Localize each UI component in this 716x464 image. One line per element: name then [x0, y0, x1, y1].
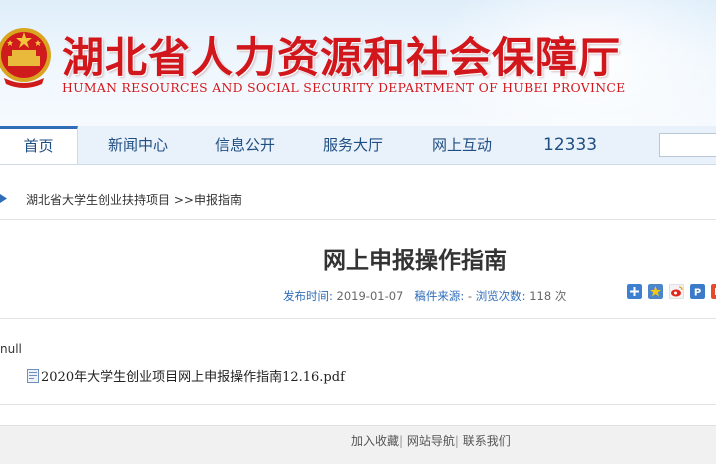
nav-info-disclosure[interactable]: 信息公开 — [215, 126, 275, 164]
attachment-link[interactable]: 2020年大学生创业项目网上申报操作指南12.16.pdf — [27, 366, 345, 385]
nav-service-hall[interactable]: 服务大厅 — [323, 126, 383, 164]
views-count: 118 — [529, 289, 552, 303]
site-title: 湖北省人力资源和社会保障厅 — [62, 33, 622, 82]
svg-text:P: P — [694, 288, 701, 299]
national-emblem-icon — [0, 28, 51, 88]
pdf-file-icon — [27, 369, 39, 383]
source-label: 稿件来源: — [414, 289, 465, 303]
nav-hotline-12333[interactable]: 12333 — [543, 126, 597, 164]
print-icon[interactable] — [711, 284, 716, 299]
nav-online-interaction[interactable]: 网上互动 — [432, 126, 492, 164]
main-nav: 首页 新闻中心 信息公开 服务大厅 网上互动 12333 — [0, 126, 716, 165]
nav-news-center[interactable]: 新闻中心 — [108, 126, 168, 164]
nav-home[interactable]: 首页 — [0, 126, 78, 164]
breadcrumb: 湖北省大学生创业扶持项目 >>申报指南 — [0, 186, 716, 212]
favorite-icon[interactable] — [648, 284, 663, 299]
footer-separator: | — [399, 434, 404, 448]
divider — [0, 404, 716, 405]
article-meta: 发布时间: 2019-01-07 稿件来源: - 浏览次数: 118 次 — [283, 288, 566, 304]
site-footer: 加入收藏| 网站导航| 联系我们 — [0, 425, 716, 464]
weibo-icon[interactable] — [669, 284, 684, 299]
breadcrumb-section-link[interactable]: 湖北省大学生创业扶持项目 — [26, 193, 170, 207]
breadcrumb-separator: >> — [170, 193, 194, 207]
footer-site-map-link[interactable]: 网站导航 — [407, 434, 455, 448]
divider — [0, 219, 716, 220]
qzone-icon[interactable]: P — [690, 284, 705, 299]
footer-add-favorite-link[interactable]: 加入收藏 — [351, 434, 399, 448]
article-body-text: null — [0, 342, 22, 356]
publish-label: 发布时间: — [283, 289, 333, 303]
source-value: - — [467, 289, 473, 303]
footer-contact-link[interactable]: 联系我们 — [463, 434, 511, 448]
breadcrumb-current-link[interactable]: 申报指南 — [194, 193, 242, 207]
site-banner: 湖北省人力资源和社会保障厅 HUMAN RESOURCES AND SOCIAL… — [0, 0, 716, 126]
footer-links: 加入收藏| 网站导航| 联系我们 — [351, 432, 511, 449]
search-input[interactable] — [659, 133, 716, 157]
divider — [0, 318, 716, 319]
add-share-icon[interactable] — [627, 284, 642, 299]
footer-separator: | — [454, 434, 459, 448]
article-title: 网上申报操作指南 — [323, 248, 507, 274]
breadcrumb-trail: 湖北省大学生创业扶持项目 >>申报指南 — [26, 191, 242, 208]
location-icon — [0, 194, 7, 203]
site-subtitle: HUMAN RESOURCES AND SOCIAL SECURITY DEPA… — [62, 80, 626, 95]
views-label: 浏览次数: — [475, 289, 526, 303]
attachment-filename[interactable]: 2020年大学生创业项目网上申报操作指南12.16.pdf — [41, 370, 345, 385]
publish-date: 2019-01-07 — [336, 289, 404, 303]
views-unit: 次 — [554, 289, 567, 303]
